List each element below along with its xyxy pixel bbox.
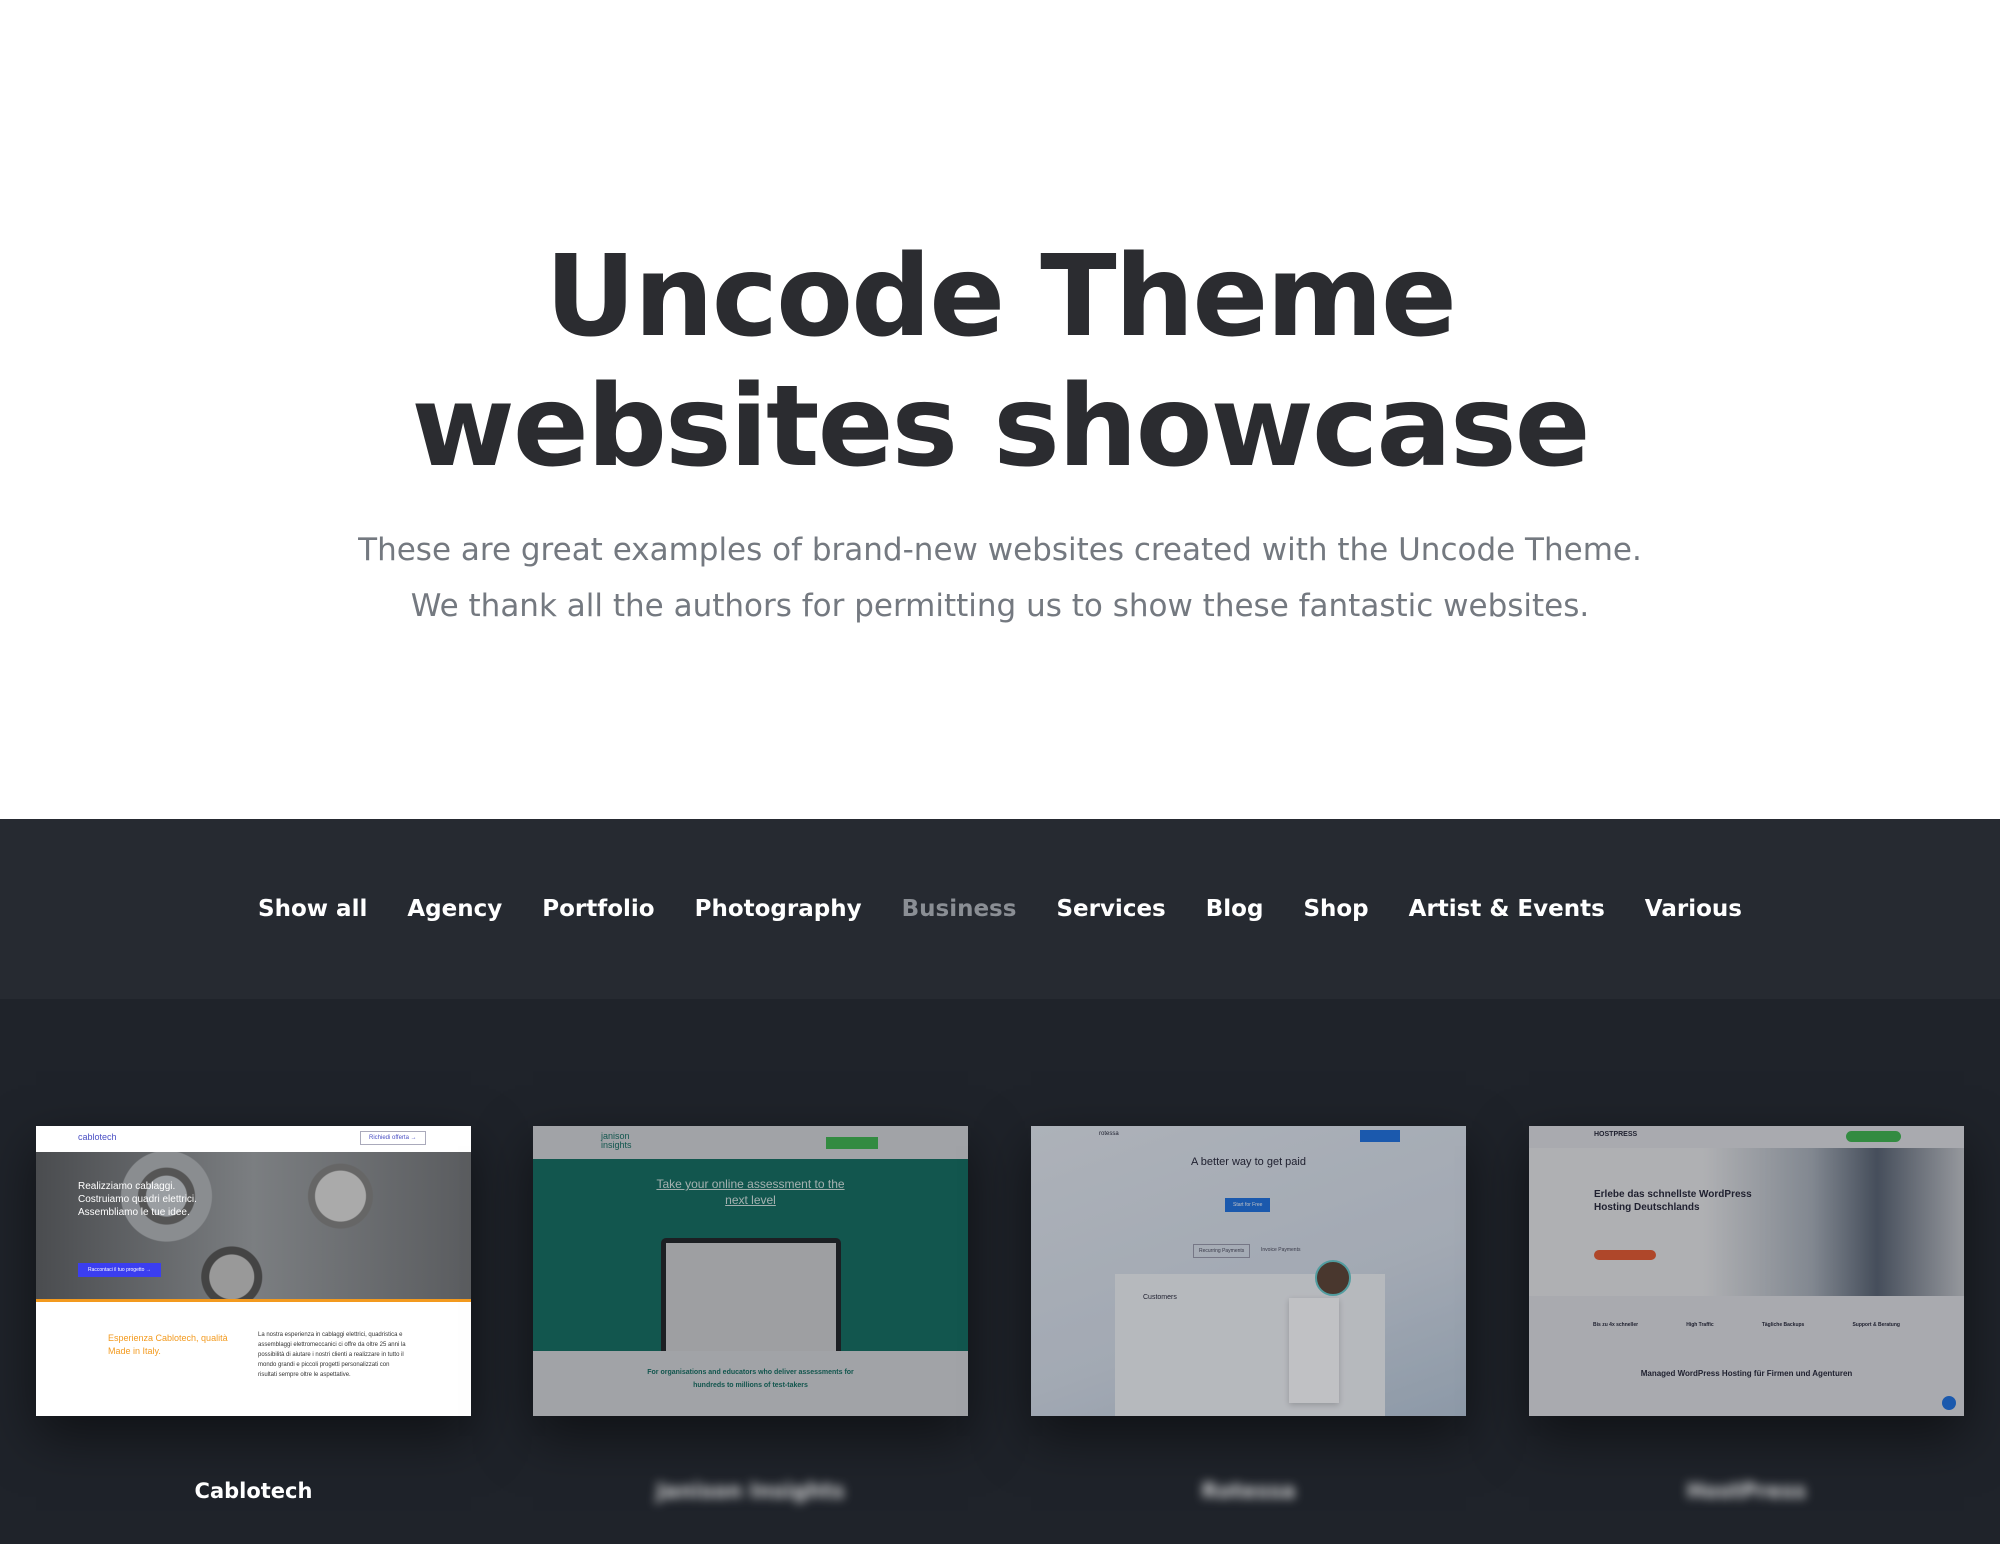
site-body: La nostra esperienza in cablaggi elettri… <box>258 1332 406 1378</box>
showcase-grid: cablotech Richiedi offerta → Realizziamo… <box>0 999 2000 1544</box>
site-card-cablotech[interactable]: cablotech Richiedi offerta → Realizziamo… <box>36 1126 471 1416</box>
site-caption[interactable]: HostPress <box>1529 1479 1964 1503</box>
site-headline: Realizziamo cablaggi. Costruiamo quadri … <box>78 1181 197 1218</box>
site-caption[interactable]: Cablotech <box>36 1479 471 1503</box>
site-logo: cablotech <box>78 1132 117 1142</box>
filter-photography[interactable]: Photography <box>695 896 862 922</box>
site-cta: Richiedi offerta → <box>360 1131 426 1145</box>
site-card-janison-insights[interactable]: janison insights Take your online assess… <box>533 1126 968 1416</box>
page-subtitle: These are great examples of brand-new we… <box>358 532 1642 624</box>
filter-shop[interactable]: Shop <box>1303 896 1368 922</box>
filter-show-all[interactable]: Show all <box>258 896 367 922</box>
hero: Uncode Theme websites showcase These are … <box>0 0 2000 819</box>
site-caption[interactable]: Janison Insights <box>533 1479 968 1503</box>
filter-services[interactable]: Services <box>1056 896 1165 922</box>
filter-agency[interactable]: Agency <box>407 896 502 922</box>
site-card-rotessa[interactable]: rotessa A better way to get paid Start f… <box>1031 1126 1466 1416</box>
site-caption[interactable]: Rotessa <box>1031 1479 1466 1503</box>
filter-portfolio[interactable]: Portfolio <box>542 896 654 922</box>
site-tagline: Esperienza Cablotech, qualità Made in It… <box>108 1333 228 1356</box>
site-button: Raccontaci il tuo progetto → <box>78 1263 161 1277</box>
page-title: Uncode Theme websites showcase <box>411 232 1590 492</box>
filter-artist-events[interactable]: Artist & Events <box>1409 896 1605 922</box>
filter-blog[interactable]: Blog <box>1206 896 1264 922</box>
filter-business[interactable]: Business <box>902 896 1017 922</box>
category-filter: Show all Agency Portfolio Photography Bu… <box>0 819 2000 999</box>
site-card-hostpress[interactable]: HOSTPRESS Erlebe das schnellste WordPres… <box>1529 1126 1964 1416</box>
filter-various[interactable]: Various <box>1645 896 1742 922</box>
